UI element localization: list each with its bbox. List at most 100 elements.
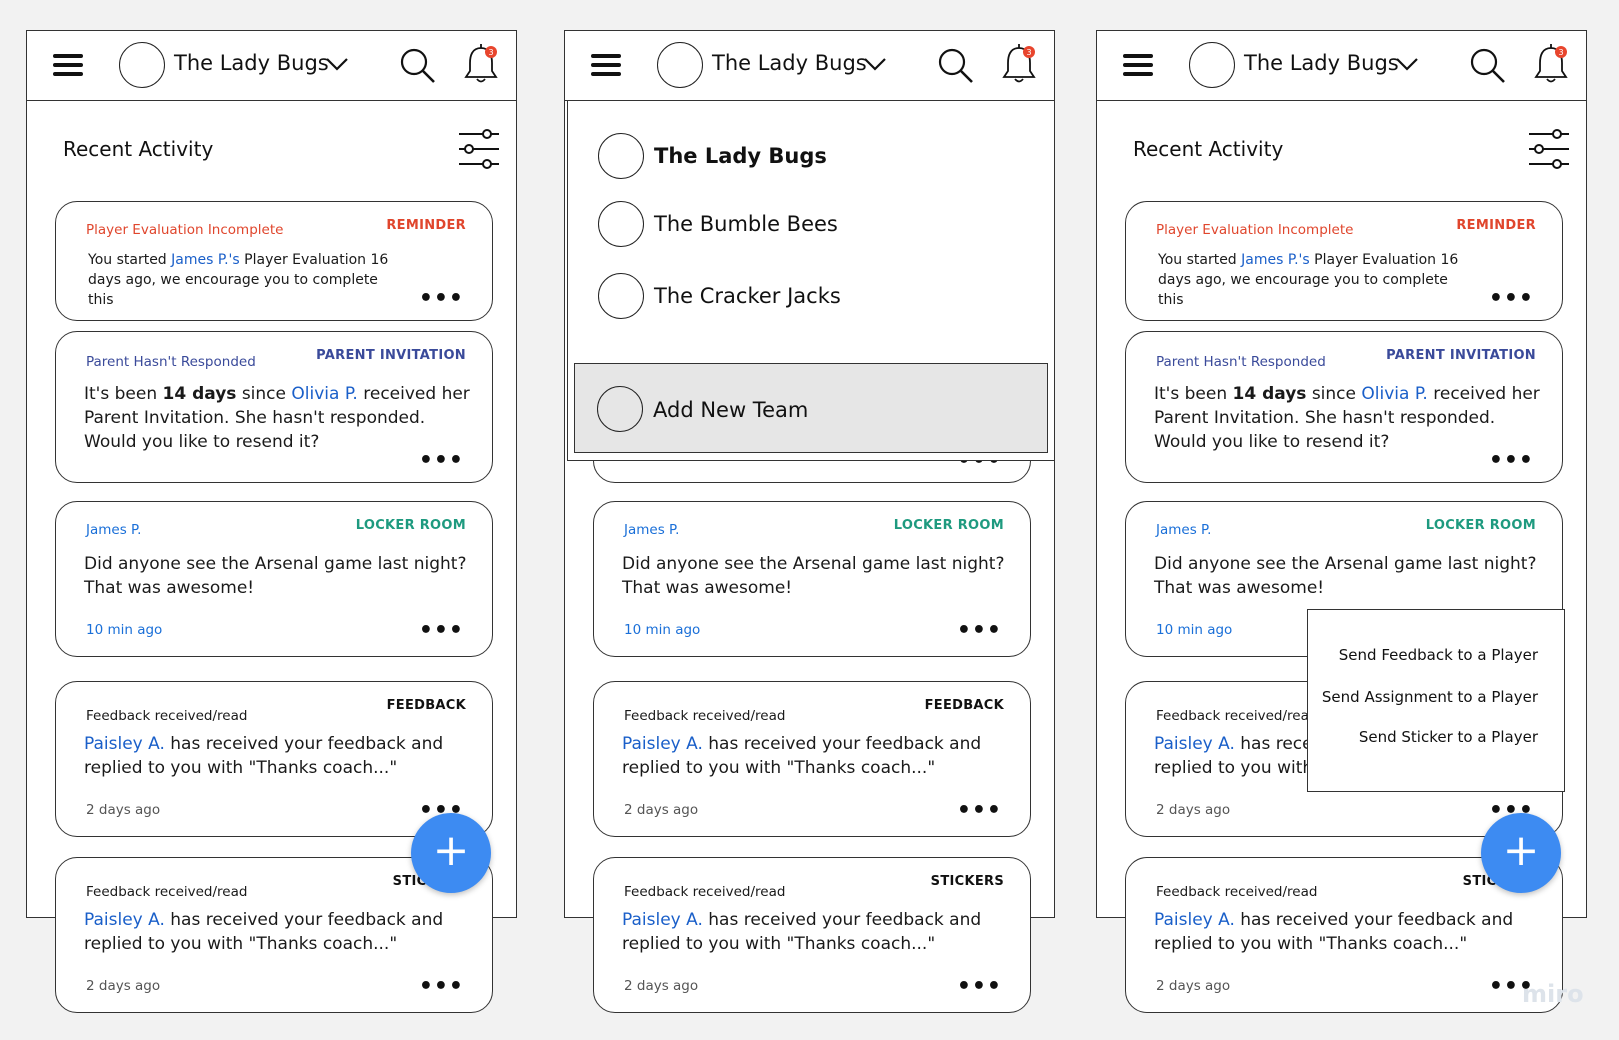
player-link[interactable]: Paisley A. xyxy=(1154,910,1235,930)
more-options-icon[interactable]: ••• xyxy=(957,620,1002,642)
reminder-card[interactable]: REMINDER Player Evaluation Incomplete Yo… xyxy=(55,201,493,321)
card-text: You started James P.'s Player Evaluation… xyxy=(88,252,389,308)
player-link[interactable]: Paisley A. xyxy=(84,734,165,754)
more-options-icon[interactable]: ••• xyxy=(419,288,464,310)
notification-count: 3 xyxy=(1026,48,1031,57)
search-icon[interactable] xyxy=(399,47,437,85)
more-options-icon[interactable]: ••• xyxy=(957,800,1002,822)
more-options-icon[interactable]: ••• xyxy=(419,450,464,472)
screen-activity-feed: The Lady Bugs 3 Recent Activity REMINDER… xyxy=(26,30,517,1013)
top-bar: The Lady Bugs 3 xyxy=(565,31,1054,101)
player-link[interactable]: James P.'s xyxy=(1241,252,1310,268)
filter-sliders-icon[interactable] xyxy=(457,129,501,171)
team-avatar[interactable] xyxy=(119,42,165,88)
bell-icon[interactable]: 3 xyxy=(1001,43,1037,85)
player-link[interactable]: Olivia P. xyxy=(1361,384,1427,404)
more-options-icon[interactable]: ••• xyxy=(957,976,1002,998)
card-subtitle[interactable]: James P. xyxy=(86,522,141,538)
team-switcher-dropdown: The Lady Bugs The Bumble Bees The Cracke… xyxy=(567,101,1055,461)
player-link[interactable]: Paisley A. xyxy=(84,910,165,930)
stickers-card[interactable]: STICKERS Feedback received/read Paisley … xyxy=(593,857,1031,1013)
add-new-team-button[interactable]: Add New Team xyxy=(574,363,1048,453)
chevron-down-icon[interactable] xyxy=(1395,57,1419,71)
team-avatar[interactable] xyxy=(1189,42,1235,88)
chevron-down-icon[interactable] xyxy=(863,57,887,71)
card-time: 2 days ago xyxy=(624,802,699,818)
player-link[interactable]: Olivia P. xyxy=(291,384,357,404)
feedback-card[interactable]: FEEDBACK Feedback received/read Paisley … xyxy=(593,681,1031,837)
card-time: 2 days ago xyxy=(1156,978,1231,994)
notification-count: 3 xyxy=(488,48,493,57)
card-tag: LOCKER ROOM xyxy=(893,518,1004,533)
player-link[interactable]: Paisley A. xyxy=(622,734,703,754)
notification-count: 3 xyxy=(1558,48,1563,57)
card-text: Paisley A. has received your feedback an… xyxy=(622,910,982,954)
menu-icon[interactable] xyxy=(591,54,621,76)
card-text: It's been 14 days since Olivia P. receiv… xyxy=(84,384,470,452)
send-assignment-menu-item[interactable]: Send Assignment to a Player xyxy=(1322,688,1538,706)
card-subtitle: Feedback received/read xyxy=(1156,708,1318,724)
add-fab-button[interactable]: + xyxy=(411,813,491,893)
card-text: Did anyone see the Arsenal game last nig… xyxy=(84,554,467,598)
more-options-icon[interactable]: ••• xyxy=(419,620,464,642)
team-name[interactable]: The Lady Bugs xyxy=(712,51,867,75)
fab-action-menu: Send Feedback to a Player Send Assignmen… xyxy=(1307,609,1565,792)
search-icon[interactable] xyxy=(937,47,975,85)
card-subtitle[interactable]: James P. xyxy=(1156,522,1211,538)
card-tag: PARENT INVITATION xyxy=(1386,348,1536,363)
feedback-card[interactable]: FEEDBACK Feedback received/read Paisley … xyxy=(55,681,493,837)
bell-icon[interactable]: 3 xyxy=(463,43,499,85)
chevron-down-icon[interactable] xyxy=(325,57,349,71)
card-text: Paisley A. has received your feedback an… xyxy=(84,910,444,954)
team-avatar xyxy=(598,201,644,247)
card-text: You started James P.'s Player Evaluation… xyxy=(1158,252,1459,308)
player-link[interactable]: James P.'s xyxy=(171,252,240,268)
card-tag: LOCKER ROOM xyxy=(1425,518,1536,533)
bell-icon[interactable]: 3 xyxy=(1533,43,1569,85)
more-options-icon[interactable]: ••• xyxy=(1489,450,1534,472)
card-tag: REMINDER xyxy=(386,218,466,233)
send-feedback-menu-item[interactable]: Send Feedback to a Player xyxy=(1339,646,1538,664)
parent-invitation-card[interactable]: PARENT INVITATION Parent Hasn't Responde… xyxy=(55,331,493,483)
screen-team-dropdown: The Lady Bugs 3 ••• LOCKER ROOM James P.… xyxy=(564,30,1055,1013)
card-subtitle: Parent Hasn't Responded xyxy=(86,354,256,370)
card-time: 10 min ago xyxy=(86,622,163,638)
team-avatar[interactable] xyxy=(657,42,703,88)
player-link[interactable]: Paisley A. xyxy=(1154,734,1235,754)
player-link[interactable]: Paisley A. xyxy=(622,910,703,930)
section-title: Recent Activity xyxy=(63,137,214,161)
more-options-icon[interactable]: ••• xyxy=(1489,288,1534,310)
card-subtitle: Player Evaluation Incomplete xyxy=(86,222,284,238)
team-option-label: The Lady Bugs xyxy=(654,144,827,168)
card-text: Paisley A. has received your feedback an… xyxy=(84,734,444,778)
plus-circle-icon xyxy=(597,386,643,432)
search-icon[interactable] xyxy=(1469,47,1507,85)
card-time: 2 days ago xyxy=(624,978,699,994)
locker-room-card[interactable]: LOCKER ROOM James P. Did anyone see the … xyxy=(55,501,493,657)
card-subtitle[interactable]: James P. xyxy=(624,522,679,538)
more-options-icon[interactable]: ••• xyxy=(419,976,464,998)
card-time: 2 days ago xyxy=(86,978,161,994)
add-new-team-label: Add New Team xyxy=(653,398,809,422)
card-subtitle: Feedback received/read xyxy=(86,708,248,724)
card-subtitle: Feedback received/read xyxy=(624,708,786,724)
card-tag: FEEDBACK xyxy=(924,698,1004,713)
card-tag: LOCKER ROOM xyxy=(355,518,466,533)
reminder-card[interactable]: REMINDER Player Evaluation Incomplete Yo… xyxy=(1125,201,1563,321)
section-title: Recent Activity xyxy=(1133,137,1284,161)
card-subtitle: Feedback received/read xyxy=(1156,884,1318,900)
card-text: Did anyone see the Arsenal game last nig… xyxy=(622,554,1005,598)
card-subtitle: Feedback received/read xyxy=(86,884,248,900)
send-sticker-menu-item[interactable]: Send Sticker to a Player xyxy=(1359,728,1538,746)
menu-icon[interactable] xyxy=(1123,54,1153,76)
card-subtitle: Player Evaluation Incomplete xyxy=(1156,222,1354,238)
locker-room-card[interactable]: LOCKER ROOM James P. Did anyone see the … xyxy=(593,501,1031,657)
add-fab-button[interactable]: + xyxy=(1481,813,1561,893)
team-option-label: The Cracker Jacks xyxy=(654,284,841,308)
parent-invitation-card[interactable]: PARENT INVITATION Parent Hasn't Responde… xyxy=(1125,331,1563,483)
team-name[interactable]: The Lady Bugs xyxy=(174,51,329,75)
team-name[interactable]: The Lady Bugs xyxy=(1244,51,1399,75)
card-time: 2 days ago xyxy=(86,802,161,818)
menu-icon[interactable] xyxy=(53,54,83,76)
filter-sliders-icon[interactable] xyxy=(1527,129,1571,171)
